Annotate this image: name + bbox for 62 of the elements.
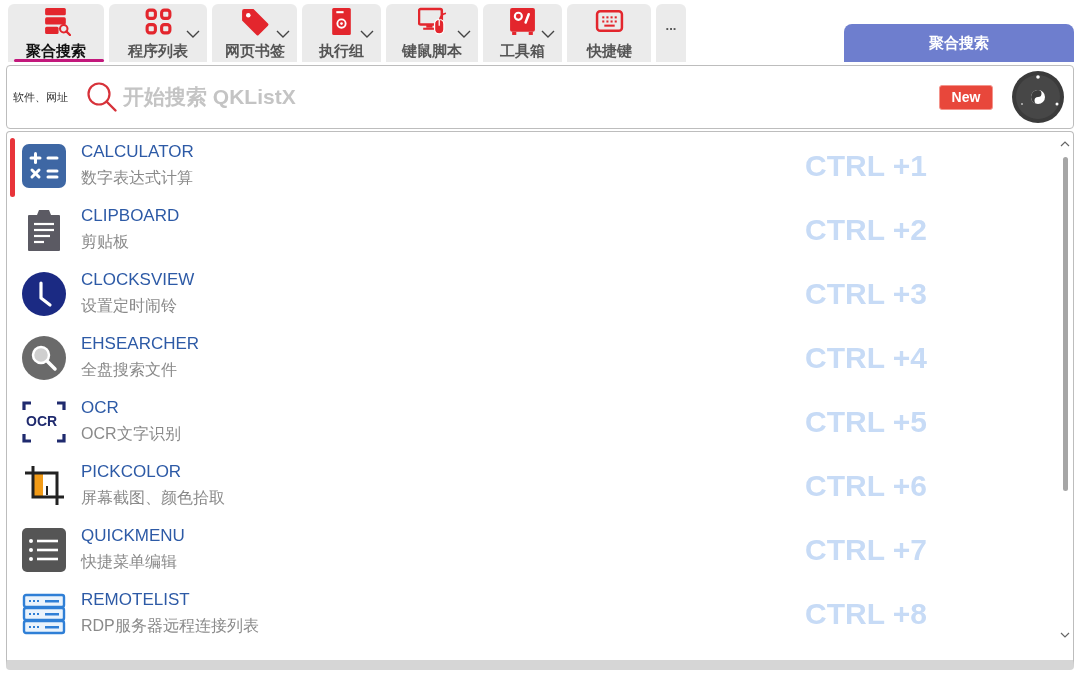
result-title: REMOTELIST bbox=[81, 588, 191, 611]
result-description: 数字表达式计算 bbox=[81, 167, 194, 188]
calculator-icon bbox=[22, 143, 66, 188]
toolbar-tab[interactable]: 聚合搜索 bbox=[8, 4, 104, 62]
tag-icon bbox=[240, 7, 269, 36]
result-item[interactable]: EHSEARCHER 全盘搜索文件 CTRL +4 bbox=[7, 327, 1057, 391]
result-description: RDP服务器远程连接列表 bbox=[81, 615, 260, 636]
result-title: EHSEARCHER bbox=[81, 332, 201, 355]
shortcut-label: CTRL +4 bbox=[805, 341, 927, 375]
shortcut-label: CTRL +7 bbox=[805, 533, 927, 567]
magnifier-icon bbox=[22, 335, 66, 380]
search-scope: 软件、网址 bbox=[13, 90, 69, 104]
result-item[interactable]: REMOTELIST RDP服务器远程连接列表 CTRL +8 bbox=[7, 583, 1057, 647]
toolbar-tab[interactable]: 工具箱 bbox=[483, 4, 562, 62]
scroll-down-button[interactable] bbox=[1060, 632, 1070, 638]
scroll-up-button[interactable] bbox=[1060, 141, 1070, 147]
result-title: CLOCKSVIEW bbox=[81, 268, 196, 291]
result-item[interactable]: CLIPBOARD 剪贴板 CTRL +2 bbox=[7, 199, 1057, 263]
result-description: 剪贴板 bbox=[81, 231, 130, 252]
shortcut-label: CTRL +8 bbox=[805, 597, 927, 631]
toolbar-tab[interactable]: 执行组 bbox=[302, 4, 381, 62]
shortcut-label: CTRL +2 bbox=[805, 213, 927, 247]
result-item[interactable]: CLOCKSVIEW 设置定时闹铃 CTRL +3 bbox=[7, 263, 1057, 327]
crop-icon bbox=[22, 463, 66, 508]
list-icon bbox=[22, 527, 66, 572]
search-box[interactable]: 软件、网址 开始搜索 QKListX New bbox=[6, 65, 1074, 129]
result-item[interactable]: OCR OCR OCR文字识别 CTRL +5 bbox=[7, 391, 1057, 455]
toolbar-tab[interactable]: 快捷键 bbox=[567, 4, 651, 62]
result-title: QUICKMENU bbox=[81, 524, 186, 547]
search-field[interactable]: 开始搜索 QKListX bbox=[123, 79, 683, 115]
result-description: 设置定时闹铃 bbox=[81, 295, 178, 316]
result-title: OCR bbox=[81, 396, 120, 419]
scan-frame-icon bbox=[22, 399, 66, 444]
clock-icon bbox=[22, 271, 66, 316]
toolbar-tab[interactable]: 网页书签 bbox=[212, 4, 297, 62]
result-item[interactable]: PICKCOLOR 屏幕截图、颜色拾取 CTRL +6 bbox=[7, 455, 1057, 519]
result-title: CLIPBOARD bbox=[81, 204, 181, 227]
safe-icon bbox=[508, 7, 537, 36]
shortcut-label: CTRL +5 bbox=[805, 405, 927, 439]
search-icon bbox=[86, 81, 118, 113]
shortcut-label: CTRL +3 bbox=[805, 277, 927, 311]
mode-button[interactable]: 聚合搜索 bbox=[844, 24, 1074, 62]
shortcut-label: CTRL +1 bbox=[805, 149, 927, 183]
result-description: OCR文字识别 bbox=[81, 423, 182, 444]
toolbar-tab[interactable]: 程序列表 bbox=[109, 4, 207, 62]
result-title: CALCULATOR bbox=[81, 140, 195, 163]
grid-icon bbox=[143, 7, 173, 36]
server-icon bbox=[22, 591, 66, 636]
monitor-mouse-icon bbox=[417, 7, 447, 36]
shortcut-label: CTRL +6 bbox=[805, 469, 927, 503]
icon-label: OCR bbox=[26, 412, 58, 429]
result-description: 全盘搜索文件 bbox=[81, 359, 178, 380]
result-item[interactable]: QUICKMENU 快捷菜单编辑 CTRL +7 bbox=[7, 519, 1057, 583]
result-item[interactable]: CALCULATOR 数字表达式计算 CTRL +1 bbox=[7, 135, 1057, 199]
scrollbar-thumb[interactable] bbox=[1062, 157, 1068, 491]
result-description: 屏幕截图、颜色拾取 bbox=[81, 487, 226, 508]
result-title: PICKCOLOR bbox=[81, 460, 183, 483]
dial-icon[interactable] bbox=[1012, 71, 1064, 123]
toolbar-tab[interactable]: 键鼠脚本 bbox=[386, 4, 478, 62]
more-button[interactable]: ... bbox=[656, 4, 686, 62]
result-description: 快捷菜单编辑 bbox=[81, 551, 178, 572]
new-badge: New bbox=[939, 84, 993, 110]
